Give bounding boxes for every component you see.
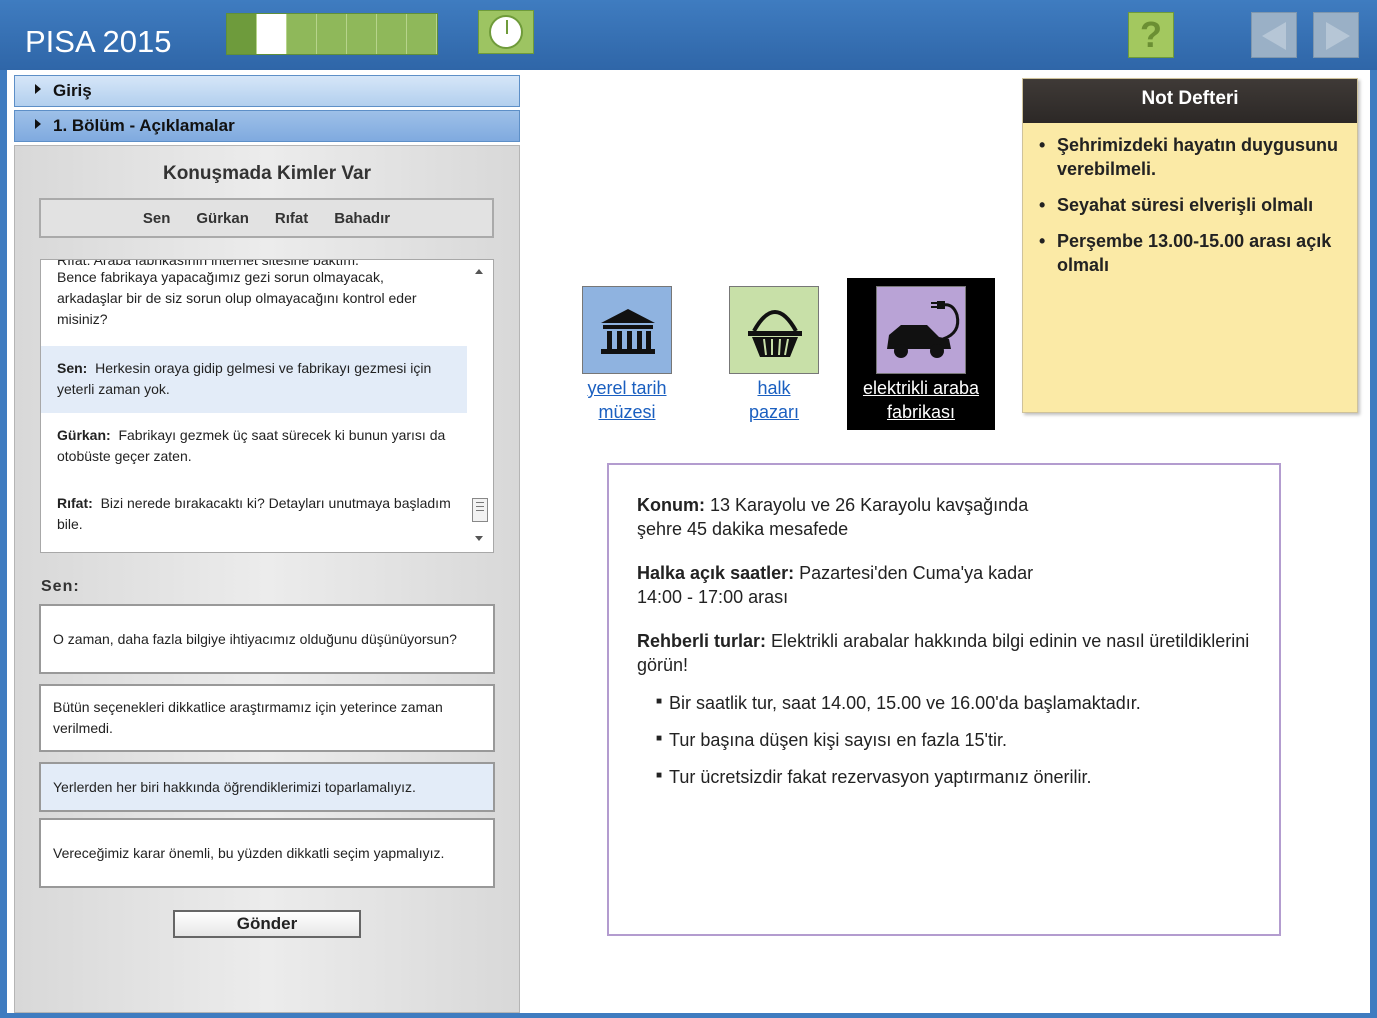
chat-message: Rıfat: Bizi nerede bırakacaktı ki? Detay… [57, 495, 451, 532]
basket-icon [729, 286, 819, 374]
scroll-down-icon[interactable] [475, 536, 483, 541]
frame-left [0, 70, 7, 1018]
progress-segment [227, 14, 257, 54]
notebook-list: Şehrimizdeki hayatın duygusunu verebilme… [1023, 123, 1357, 277]
progress-segment [317, 14, 347, 54]
caret-right-icon [35, 119, 41, 129]
place-label[interactable]: yerel tarih [576, 376, 678, 400]
museum-icon [582, 286, 672, 374]
electric-car-icon [876, 286, 966, 374]
notebook-item: Şehrimizdeki hayatın duygusunu verebilme… [1039, 133, 1341, 181]
participant-name: Gürkan [196, 209, 249, 227]
notebook-panel: Not Defteri Şehrimizdeki hayatın duygusu… [1022, 78, 1358, 413]
scroll-thumb[interactable] [472, 498, 488, 522]
participant-name: Rıfat [274, 209, 309, 227]
chat-panel: Konuşmada Kimler Var Sen Gürkan Rıfat Ba… [14, 145, 520, 1013]
back-button[interactable] [1251, 12, 1297, 58]
place-label[interactable]: elektrikli araba [847, 376, 995, 400]
response-option[interactable]: O zaman, daha fazla bilgiye ihtiyacımız … [39, 604, 495, 674]
caret-right-icon [35, 84, 41, 94]
progress-segment-current [257, 14, 287, 54]
progress-bar [226, 13, 438, 55]
info-bullet-list: Bir saatlik tur, saat 14.00, 15.00 ve 16… [656, 690, 1251, 789]
reply-label: Sen: [41, 578, 80, 595]
notebook-item: Perşembe 13.00-15.00 arası açık olmalı [1039, 229, 1341, 277]
place-label[interactable]: müzesi [576, 400, 678, 424]
place-label[interactable]: fabrikası [847, 400, 995, 424]
help-button[interactable]: ? [1128, 12, 1174, 58]
clock-icon [489, 15, 523, 49]
header-bar: PISA 2015 ? [0, 0, 1377, 70]
place-museum[interactable]: yerel tarih müzesi [576, 286, 678, 424]
place-label[interactable]: pazarı [724, 400, 824, 424]
info-bullet: Bir saatlik tur, saat 14.00, 15.00 ve 16… [656, 690, 1251, 715]
scroll-up-icon[interactable] [475, 269, 483, 274]
info-hours: Halka açık saatler: Pazartesi'den Cuma'y… [637, 563, 1034, 607]
info-tours: Rehberli turlar: Elektrikli arabalar hak… [637, 631, 1250, 675]
frame-right [1370, 70, 1377, 1018]
arrow-left-icon [1262, 22, 1286, 50]
info-bullet: Tur ücretsizdir fakat rezervasyon yaptır… [656, 764, 1251, 789]
notebook-item: Seyahat süresi elverişli olmalı [1039, 193, 1341, 217]
response-option[interactable]: Bütün seçenekleri dikkatlice araştırmamı… [39, 684, 495, 752]
arrow-right-icon [1326, 22, 1350, 50]
participant-name: Bahadır [334, 209, 391, 227]
progress-segment [347, 14, 377, 54]
place-market[interactable]: halk pazarı [724, 286, 824, 424]
place-info-box: Konum: 13 Karayolu ve 26 Karayolu kavşağ… [607, 463, 1281, 936]
info-location: Konum: 13 Karayolu ve 26 Karayolu kavşağ… [637, 495, 1029, 539]
accordion-intro[interactable]: Giriş [14, 75, 520, 107]
accordion-label: Giriş [53, 81, 92, 100]
chat-message: Bence fabrikaya yapacağımız gezi sorun o… [57, 269, 417, 327]
accordion-section-1[interactable]: 1. Bölüm - Açıklamalar [14, 110, 520, 142]
panel-title: Konuşmada Kimler Var [162, 163, 372, 184]
timer-button[interactable] [478, 10, 534, 54]
response-option-selected[interactable]: Yerlerden her biri hakkında öğrendikleri… [39, 762, 495, 812]
next-button[interactable] [1313, 12, 1359, 58]
accordion-label: 1. Bölüm - Açıklamalar [53, 116, 235, 135]
progress-segment [407, 14, 437, 54]
progress-segment [287, 14, 317, 54]
progress-segment [377, 14, 407, 54]
info-bullet: Tur başına düşen kişi sayısı en fazla 15… [656, 727, 1251, 752]
chat-message: Sen: Herkesin oraya gidip gelmesi ve fab… [41, 346, 467, 413]
frame-bottom [0, 1013, 1377, 1018]
participant-name: Sen [142, 209, 171, 227]
send-button[interactable]: Gönder [173, 910, 361, 938]
notebook-title: Not Defteri [1023, 79, 1357, 123]
app-title: PISA 2015 [25, 24, 172, 59]
response-option[interactable]: Vereceğimiz karar önemli, bu yüzden dikk… [39, 818, 495, 888]
place-car-factory-selected[interactable]: elektrikli araba fabrikası [847, 278, 995, 430]
chat-scrollbar[interactable] [467, 260, 493, 552]
chat-message: Gürkan: Fabrikayı gezmek üç saat sürecek… [57, 427, 446, 464]
participants-bar: Sen Gürkan Rıfat Bahadır [39, 198, 494, 238]
chat-log[interactable]: Rıfat: Araba fabrikasının internet sites… [40, 259, 494, 553]
place-label[interactable]: halk [724, 376, 824, 400]
